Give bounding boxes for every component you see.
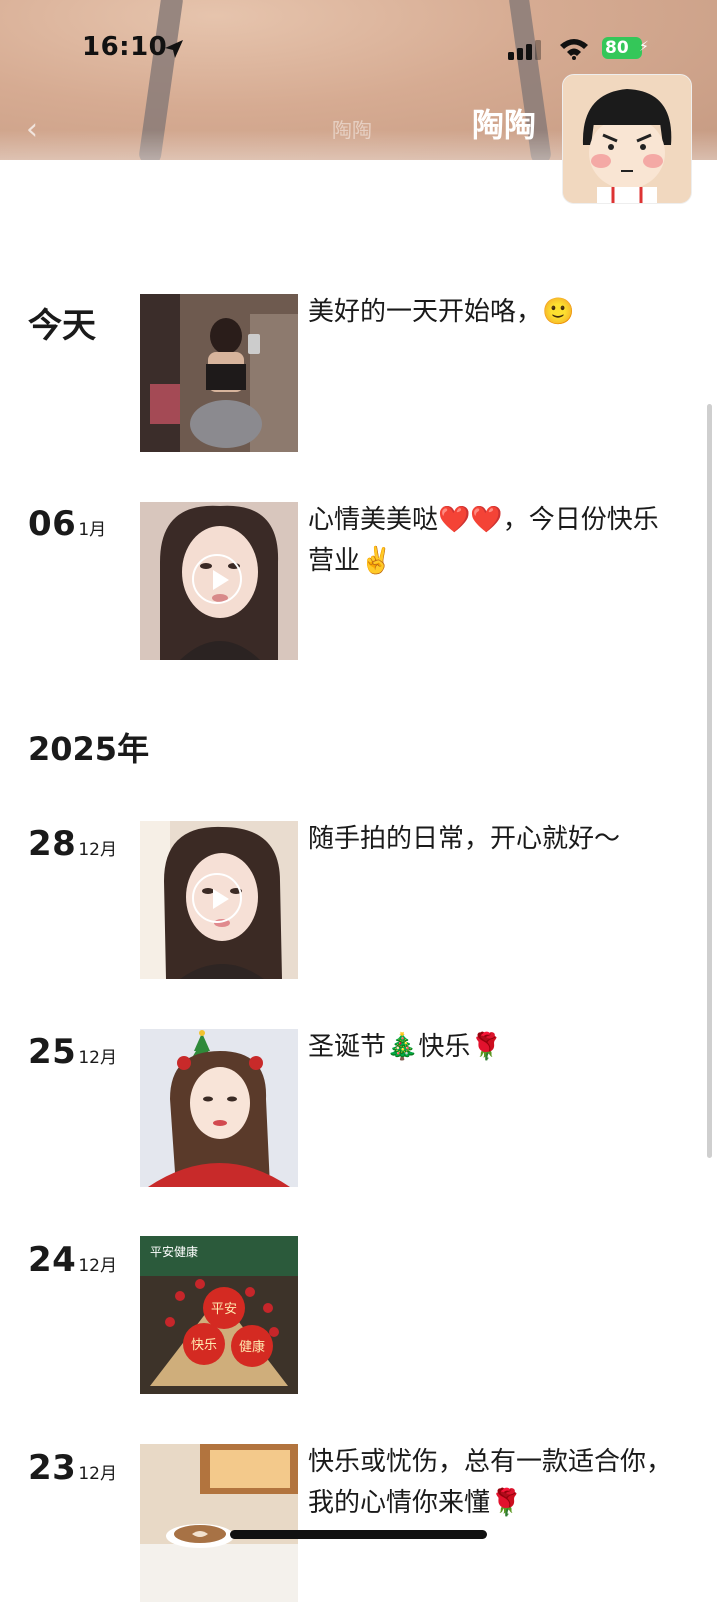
scrollbar[interactable]	[707, 404, 712, 1158]
nav-title: 陶陶	[332, 118, 372, 142]
post-thumbnail[interactable]	[140, 1444, 298, 1602]
post-caption: 快乐或忧伤，总有一款适合你，我的心情你来懂🌹	[308, 1447, 673, 1518]
entry-month: 12月	[78, 1048, 117, 1068]
post-caption: 随手拍的日常，开心就好～	[308, 824, 621, 854]
back-chevron-icon[interactable]: ‹	[26, 112, 38, 147]
play-icon[interactable]	[192, 554, 242, 604]
entry-date: 23 12月	[28, 1448, 117, 1488]
entry-date: 25 12月	[28, 1032, 117, 1072]
entry-date: 06 1月	[28, 504, 106, 544]
profile-name: 陶陶	[472, 106, 537, 144]
entry-day: 23	[28, 1448, 77, 1488]
post-thumbnail[interactable]	[140, 1029, 298, 1187]
apple-label: 平安	[211, 1302, 237, 1317]
profile-avatar[interactable]	[562, 74, 692, 204]
entry-month: 12月	[78, 840, 117, 860]
post-thumbnail-video[interactable]	[140, 502, 298, 660]
post-thumbnail[interactable]: 平安健康 平安 快乐 健康	[140, 1236, 298, 1394]
battery-level: 80	[605, 38, 629, 58]
entry-month: 1月	[78, 520, 107, 540]
entry-date: 28 12月	[28, 824, 117, 864]
entry-month: 12月	[78, 1464, 117, 1484]
home-indicator[interactable]	[230, 1530, 487, 1539]
status-bar: 16:10 80 ⚡	[0, 30, 717, 70]
apple-label: 快乐	[191, 1338, 217, 1353]
charging-bolt-icon: ⚡	[639, 39, 649, 55]
battery-indicator: 80 ⚡	[602, 37, 650, 61]
entry-month: 12月	[78, 1256, 117, 1276]
post-caption: 心情美美哒❤️❤️，今日份快乐营业✌️	[308, 505, 659, 576]
status-time: 16:10	[82, 32, 168, 62]
bouquet-banner: 平安健康	[150, 1244, 198, 1259]
entry-day: 25	[28, 1032, 77, 1072]
year-header: 2025年	[28, 730, 150, 768]
cellular-signal-icon	[508, 40, 541, 60]
entry-day: 06	[28, 504, 77, 544]
play-icon[interactable]	[192, 873, 242, 923]
post-thumbnail-today[interactable]	[140, 294, 298, 452]
location-arrow-icon	[165, 40, 183, 58]
entry-date: 24 12月	[28, 1240, 117, 1280]
entry-day: 28	[28, 824, 77, 864]
post-thumbnail-video[interactable]	[140, 821, 298, 979]
apple-label: 健康	[239, 1339, 265, 1355]
wifi-icon	[560, 39, 588, 60]
post-caption: 美好的一天开始咯，🙂	[308, 297, 575, 327]
entry-day: 24	[28, 1240, 77, 1280]
post-caption: 圣诞节🎄快乐🌹	[308, 1032, 503, 1062]
today-label: 今天	[28, 306, 96, 346]
